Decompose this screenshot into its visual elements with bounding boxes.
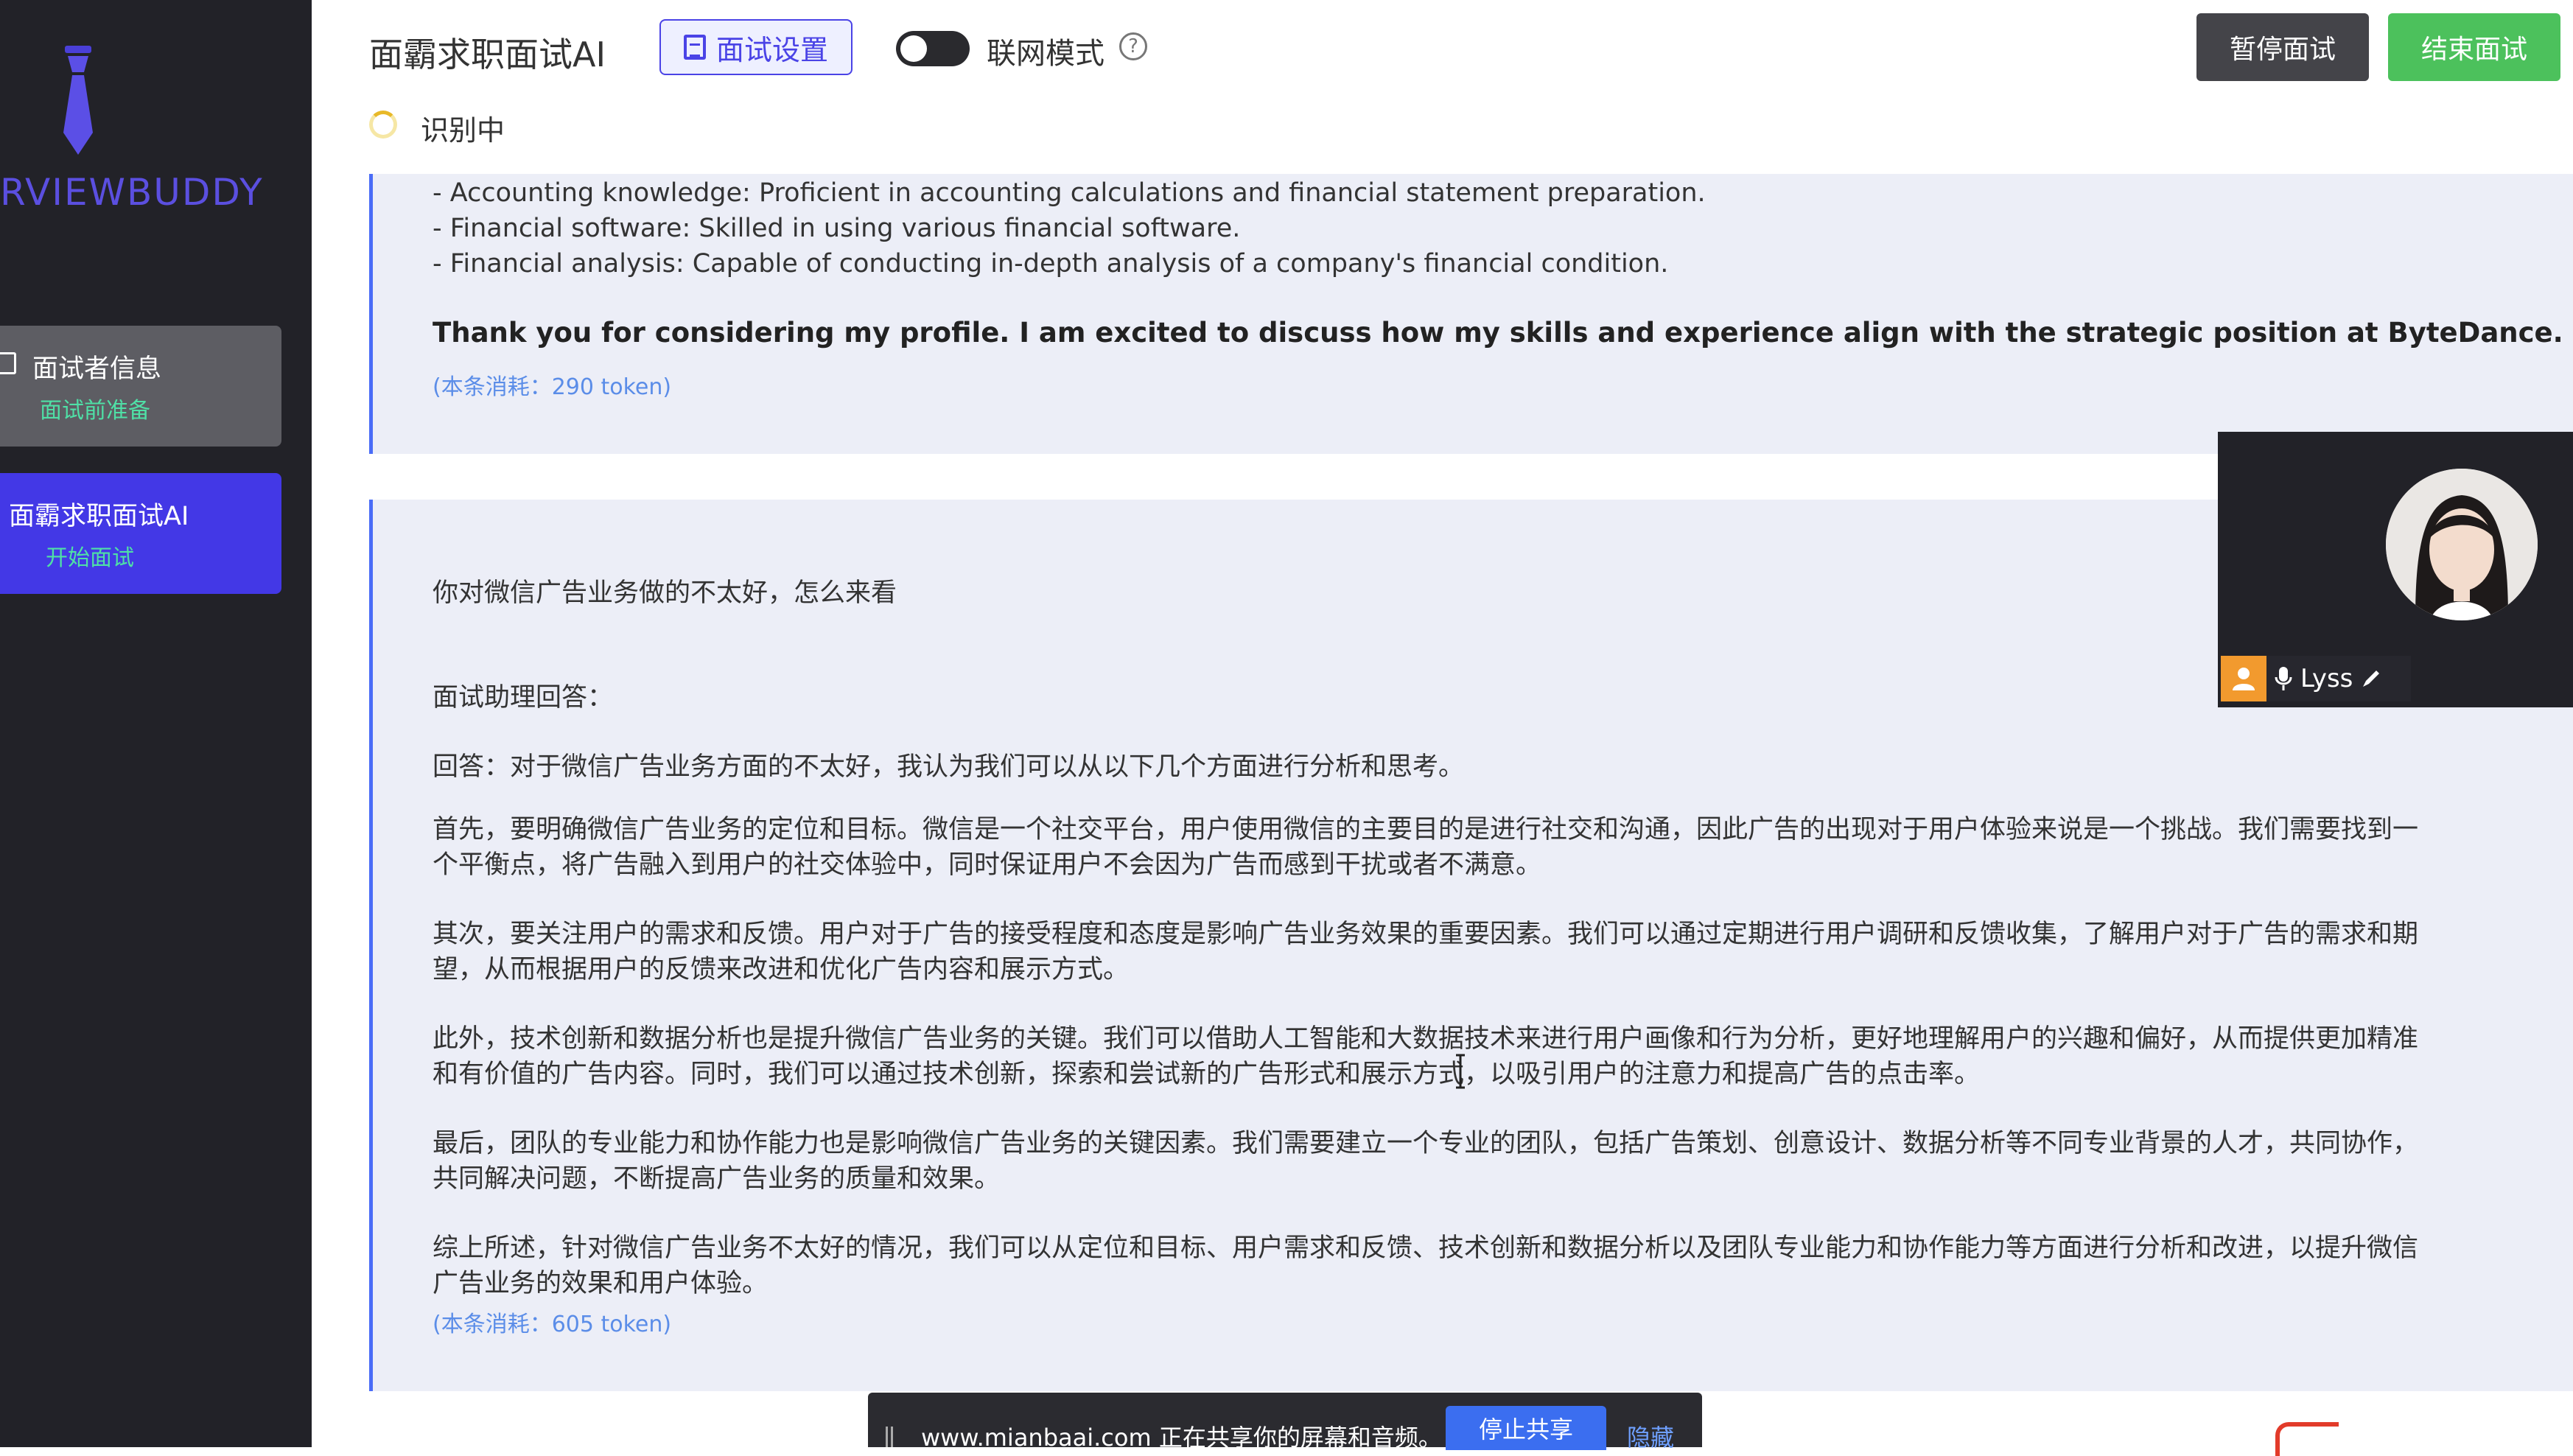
network-mode-toggle[interactable] [896, 31, 970, 66]
sidebar-item-interview-ai[interactable]: 面霸求职面试AI 开始面试 [0, 473, 281, 594]
answer-paragraph: 其次，要关注用户的需求和反馈。用户对于广告的接受程度和态度是影响广告业务效果的重… [433, 920, 2419, 984]
hide-share-bar-button[interactable]: 隐藏 [1627, 1419, 1674, 1453]
logo-text: RVIEWBUDDY [0, 171, 264, 214]
video-tile[interactable]: Lyss [2218, 432, 2573, 707]
interview-settings-button[interactable]: 面试设置 [659, 19, 853, 75]
app-tray-icon [2275, 1422, 2339, 1456]
clipboard-icon [683, 35, 706, 60]
interview-settings-label: 面试设置 [715, 33, 828, 66]
sidebar-item-label: 面霸求职面试AI [9, 502, 189, 531]
answer-paragraph: 最后，团队的专业能力和协作能力也是影响微信广告业务的关键因素。我们需要建立一个专… [433, 1129, 2419, 1194]
network-mode-label: 联网模式 [987, 37, 1105, 71]
question-text: 你对微信广告业务做的不太好，怎么来看 [433, 578, 897, 608]
recognition-status: 识别中 [421, 114, 505, 147]
message-line: - Financial software: Skilled in using v… [433, 214, 1241, 243]
avatar-image [2386, 469, 2538, 620]
spinner-icon [369, 111, 397, 139]
answer-paragraph: 首先，要明确微信广告业务的定位和目标。微信是一个社交平台，用户使用微信的主要目的… [433, 815, 2419, 880]
document-icon [0, 352, 16, 374]
pause-interview-button[interactable]: 暂停面试 [2196, 13, 2369, 81]
microphone-icon [2275, 667, 2292, 690]
end-interview-button[interactable]: 结束面试 [2388, 13, 2560, 81]
header: 面霸求职面试AI 面试设置 联网模式 ? 暂停面试 结束面试 识别中 [312, 0, 2573, 174]
stop-sharing-button[interactable]: 停止共享 [1446, 1406, 1606, 1450]
answer-paragraph: 综上所述，针对微信广告业务不太好的情况，我们可以从定位和目标、用户需求和反馈、技… [433, 1233, 2419, 1298]
toggle-knob [900, 35, 927, 62]
avatar [2386, 469, 2538, 620]
sidebar-item-sublabel: 面试前准备 [40, 398, 150, 424]
participant-name: Lyss [2300, 664, 2353, 693]
sidebar-item-sublabel: 开始面试 [46, 545, 134, 571]
sidebar: RVIEWBUDDY 面试者信息 面试前准备 面霸求职面试AI 开始面试 [0, 0, 312, 1447]
drag-handle-icon[interactable] [886, 1427, 893, 1447]
screen-share-text: www.mianbaai.com 正在共享你的屏幕和音频。 [921, 1424, 1442, 1452]
pencil-icon[interactable] [2360, 668, 2382, 690]
answer-intro: 回答：对于微信广告业务方面的不太好，我认为我们可以从以下几个方面进行分析和思考。 [433, 752, 1465, 782]
participant-bar: Lyss [2266, 656, 2411, 701]
tie-logo-icon [63, 46, 93, 155]
screen-share-bar: www.mianbaai.com 正在共享你的屏幕和音频。 停止共享 隐藏 [868, 1393, 1702, 1452]
chat-area[interactable]: - Accounting knowledge: Proficient in ac… [312, 174, 2573, 1447]
answer-paragraph: 此外，技术创新和数据分析也是提升微信广告业务的关键。我们可以借助人工智能和大数据… [433, 1024, 2419, 1089]
token-usage: (本条消耗：290 token) [433, 374, 672, 400]
sidebar-item-interviewee-info[interactable]: 面试者信息 面试前准备 [0, 326, 281, 447]
message-line: - Accounting knowledge: Proficient in ac… [433, 178, 1706, 208]
message-card: - Accounting knowledge: Proficient in ac… [369, 174, 2573, 454]
page-title: 面霸求职面试AI [369, 35, 606, 74]
sidebar-item-label: 面试者信息 [32, 354, 162, 384]
token-usage: (本条消耗：605 token) [433, 1312, 672, 1337]
answer-header: 面试助理回答： [433, 683, 614, 713]
help-icon[interactable]: ? [1119, 32, 1147, 60]
text-cursor-icon [1456, 1054, 1465, 1089]
user-icon [2221, 656, 2266, 701]
message-line: - Financial analysis: Capable of conduct… [433, 249, 1669, 279]
message-closing: Thank you for considering my profile. I … [433, 317, 2563, 349]
